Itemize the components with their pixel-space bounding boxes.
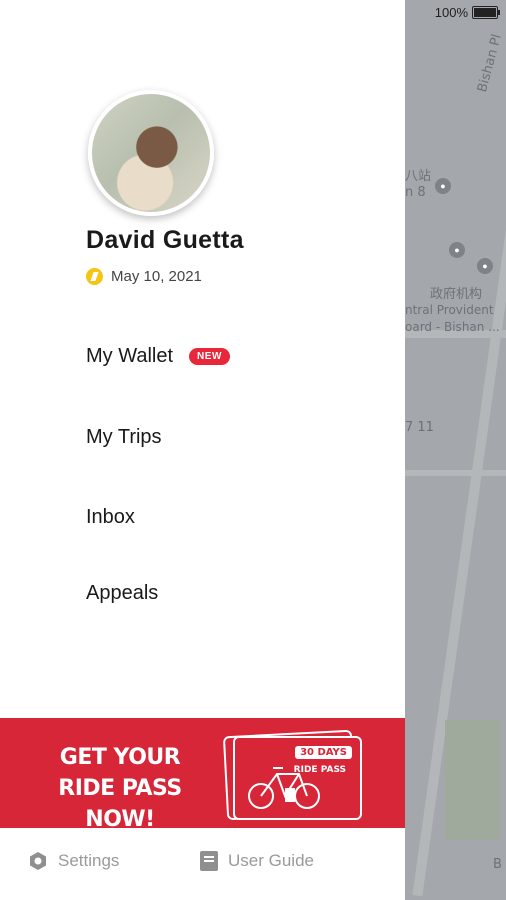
menu-item-inbox[interactable]: Inbox <box>86 506 135 529</box>
map-poi-icon: ● <box>477 258 493 274</box>
map-poi-icon: ● <box>435 178 451 194</box>
menu-item-label: Inbox <box>86 506 135 528</box>
user-guide-button[interactable]: User Guide <box>200 851 314 871</box>
new-badge: NEW <box>189 348 230 365</box>
ride-pass-card: 30 DAYS RIDE PASS <box>233 736 362 820</box>
banner-line-2: RIDE PASS NOW! <box>58 776 182 832</box>
map-label: Bishan Pl <box>475 32 505 94</box>
map-park <box>445 720 500 840</box>
map-label: B <box>493 857 502 872</box>
drawer-footer: Settings User Guide <box>0 828 405 900</box>
side-drawer: David Guetta May 10, 2021 My Wallet NEW … <box>0 0 405 900</box>
map-label: 政府机构 <box>430 287 483 302</box>
bicycle-icon <box>248 767 320 809</box>
map-label: oard - Bishan ... <box>405 320 500 334</box>
menu-item-label: My Wallet <box>86 345 174 367</box>
map-label: n 8 <box>405 185 426 200</box>
map-label: 7 11 <box>405 420 434 435</box>
settings-button[interactable]: Settings <box>28 851 119 871</box>
pass-card-title: 30 DAYS <box>295 746 352 759</box>
status-bar: 100% <box>434 5 500 20</box>
menu-item-label: Appeals <box>86 582 159 604</box>
gear-icon <box>30 852 46 870</box>
menu-item-trips[interactable]: My Trips <box>86 426 162 449</box>
battery-icon <box>472 6 500 19</box>
settings-label: Settings <box>58 851 120 870</box>
map-label: ntral Provident <box>405 303 494 317</box>
profile-name: David Guetta <box>86 226 244 254</box>
clock-icon <box>86 268 103 285</box>
map-road <box>405 470 506 476</box>
profile-date: May 10, 2021 <box>111 268 202 285</box>
menu-item-wallet[interactable]: My Wallet NEW <box>86 345 230 368</box>
avatar[interactable] <box>88 90 214 216</box>
user-guide-label: User Guide <box>228 851 314 870</box>
book-icon <box>200 851 218 871</box>
menu-item-appeals[interactable]: Appeals <box>86 582 158 605</box>
menu-item-label: My Trips <box>86 426 162 448</box>
profile-date-row: May 10, 2021 <box>86 268 202 285</box>
map-label: 八站 <box>405 169 432 184</box>
ride-pass-banner[interactable]: GET YOUR RIDE PASS NOW! 30 DAYS RIDE PAS… <box>0 718 405 832</box>
battery-percent: 100% <box>434 5 468 20</box>
banner-line-1: GET YOUR <box>59 745 181 770</box>
banner-headline: GET YOUR RIDE PASS NOW! <box>30 742 210 835</box>
map-poi-icon: ● <box>449 242 465 258</box>
map-background[interactable]: Bishan Pl 八站 n 8 ● ● ● 政府机构 ntral Provid… <box>405 0 506 900</box>
